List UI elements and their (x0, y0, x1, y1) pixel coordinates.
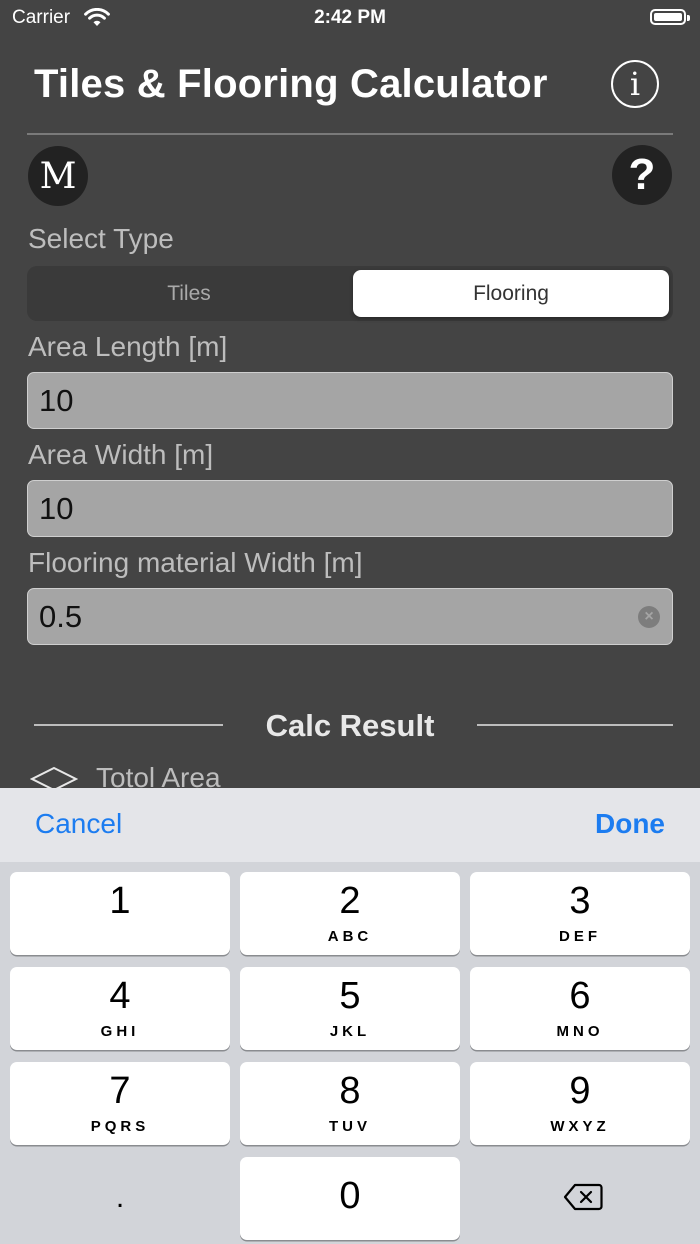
key-5[interactable]: 5 JKL (240, 967, 460, 1050)
key-7[interactable]: 7 PQRS (10, 1062, 230, 1145)
backspace-icon (563, 1183, 603, 1211)
key-letters: DEF (559, 928, 601, 945)
key-digit: . (115, 1181, 125, 1214)
key-letters: GHI (100, 1023, 140, 1040)
done-button[interactable]: Done (595, 808, 665, 840)
key-digit: 1 (109, 880, 131, 922)
key-3[interactable]: 3 DEF (470, 872, 690, 955)
key-backspace[interactable] (470, 1157, 690, 1240)
header-divider (27, 133, 673, 135)
result-divider-right (477, 724, 673, 726)
key-letters: MNO (556, 1023, 604, 1040)
key-digit: 7 (109, 1070, 131, 1112)
keyboard-toolbar: Cancel Done (0, 788, 700, 862)
area-length-field (27, 372, 673, 429)
numeric-keyboard: Cancel Done 1 2 ABC 3 DEF 4 GHI 5 JKL 6 … (0, 788, 700, 1244)
key-digit: 2 (339, 880, 361, 922)
menu-button[interactable]: M (28, 146, 88, 206)
key-4[interactable]: 4 GHI (10, 967, 230, 1050)
area-width-label: Area Width [m] (28, 439, 214, 470)
info-button[interactable]: i (611, 60, 659, 108)
clear-text-icon[interactable]: × (638, 606, 660, 628)
segment-tiles[interactable]: Tiles (31, 270, 347, 317)
m-icon: M (39, 155, 77, 197)
key-0[interactable]: 0 (240, 1157, 460, 1240)
area-width-field (27, 480, 673, 537)
key-letters: WXYZ (550, 1118, 610, 1135)
area-length-input[interactable] (28, 373, 672, 428)
key-digit: 9 (569, 1070, 591, 1112)
key-digit: 0 (339, 1175, 361, 1217)
cancel-button[interactable]: Cancel (35, 808, 122, 840)
material-width-field: × (27, 588, 673, 645)
area-length-label: Area Length [m] (28, 331, 228, 362)
material-width-label: Flooring material Width [m] (28, 547, 363, 578)
key-decimal[interactable]: . (10, 1157, 230, 1240)
calc-result-title: Calc Result (265, 708, 435, 743)
key-letters: JKL (329, 1023, 371, 1040)
battery-icon (650, 9, 690, 25)
select-type-label: Select Type (28, 223, 174, 254)
key-digit: 4 (109, 975, 131, 1017)
page-title: Tiles & Flooring Calculator (34, 62, 548, 106)
key-2[interactable]: 2 ABC (240, 872, 460, 955)
area-width-input[interactable] (28, 481, 672, 536)
clock: 2:42 PM (314, 7, 386, 28)
info-icon: i (629, 65, 641, 103)
status-bar: Carrier 2:42 PM (0, 0, 700, 36)
key-letters: TUV (329, 1118, 371, 1135)
key-digit: 3 (569, 880, 591, 922)
key-1[interactable]: 1 (10, 872, 230, 955)
key-digit: 5 (339, 975, 361, 1017)
key-6[interactable]: 6 MNO (470, 967, 690, 1050)
key-digit: 6 (569, 975, 591, 1017)
question-icon: ? (628, 150, 656, 199)
material-width-input[interactable] (28, 589, 672, 644)
help-button[interactable]: ? (612, 145, 672, 205)
key-9[interactable]: 9 WXYZ (470, 1062, 690, 1145)
key-digit: 8 (339, 1070, 361, 1112)
key-letters: PQRS (90, 1118, 150, 1135)
key-8[interactable]: 8 TUV (240, 1062, 460, 1145)
key-letters: ABC (327, 928, 373, 945)
segment-flooring[interactable]: Flooring (353, 270, 669, 317)
type-segmented-control: Tiles Flooring (27, 266, 673, 321)
